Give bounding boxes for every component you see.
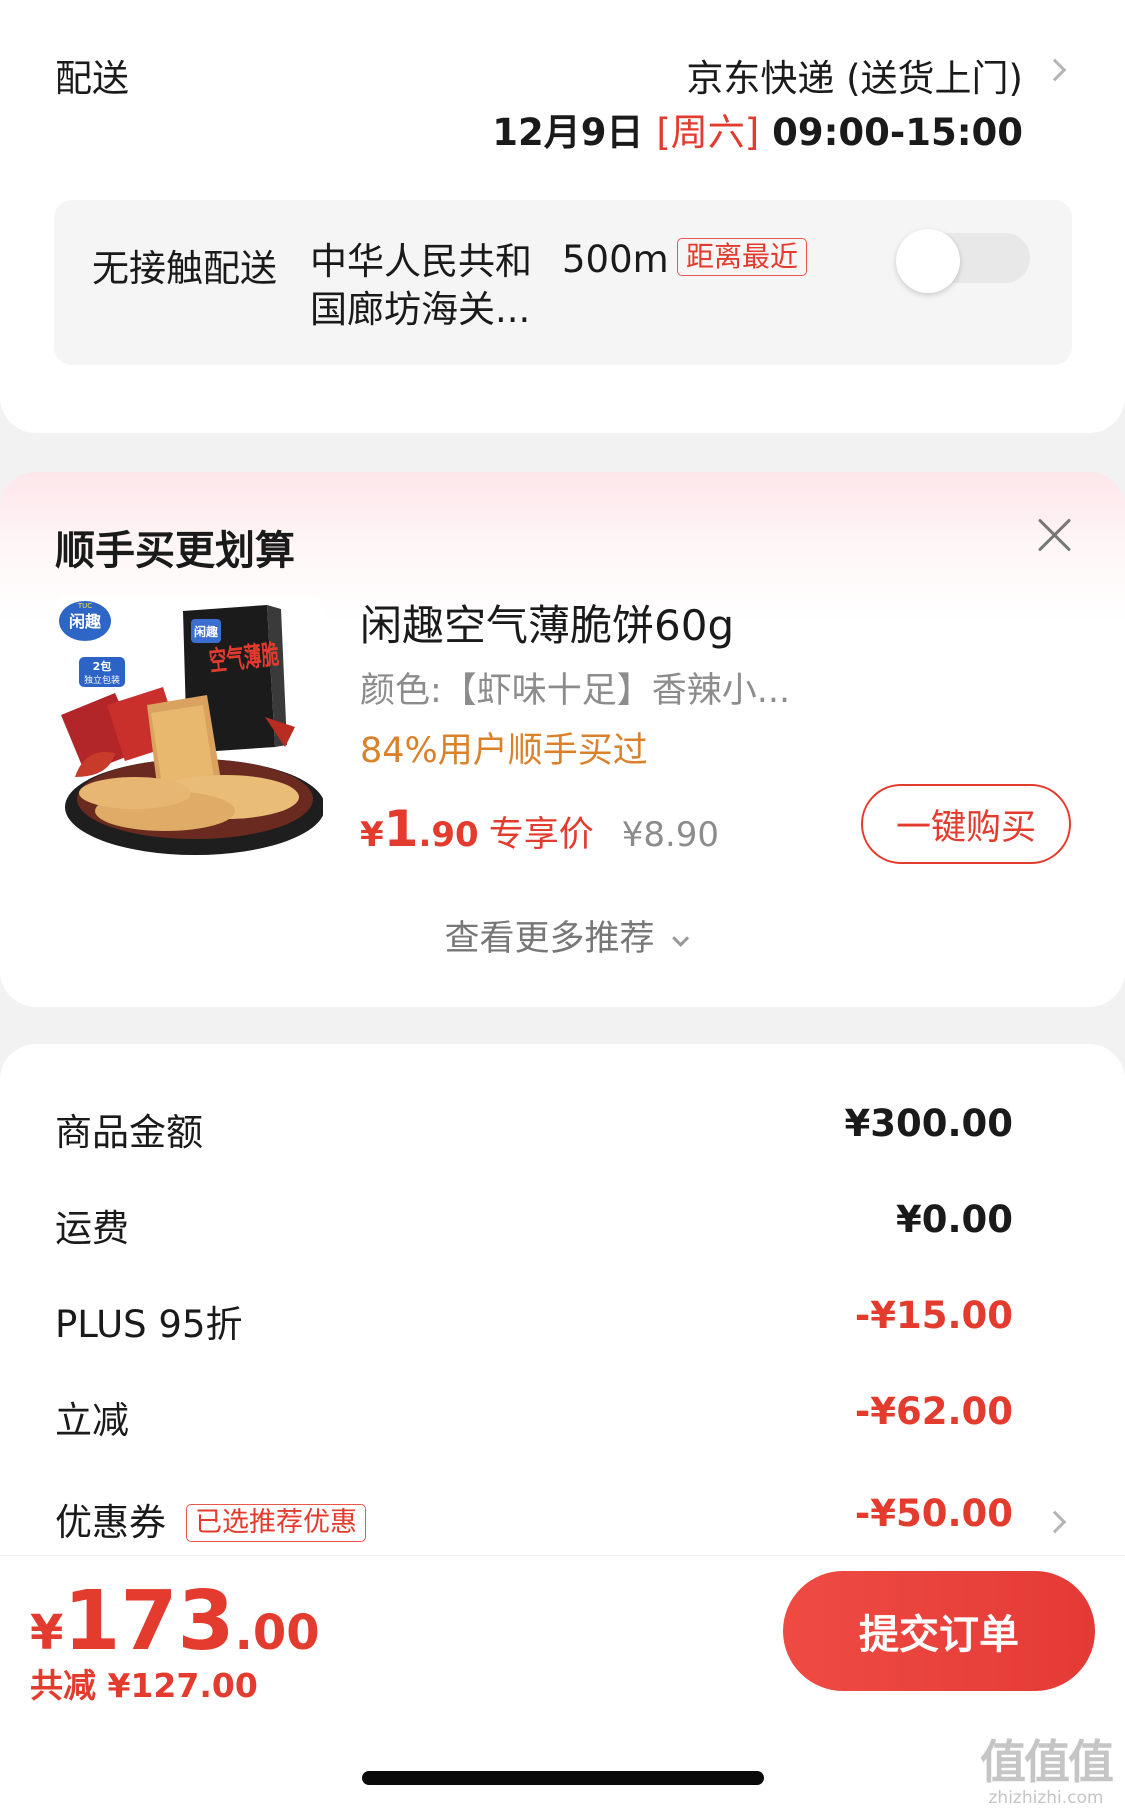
- summary-value: ¥300.00: [844, 1102, 1013, 1145]
- summary-value: ¥0.00: [895, 1198, 1013, 1241]
- more-recommend-link[interactable]: 查看更多推荐: [0, 910, 1125, 961]
- chevron-right-icon[interactable]: [1043, 1510, 1067, 1534]
- summary-row-coupon[interactable]: 优惠券 已选推荐优惠 -¥50.00: [0, 1492, 1125, 1552]
- checkout-bar: ¥173.00 共减 ¥127.00 提交订单 值值值 zhizhizhi.co…: [0, 1555, 1125, 1809]
- nearest-badge: 距离最近: [677, 238, 808, 276]
- recommend-card: 顺手买更划算 闲趣 空气薄脆 闲趣 TUC 2包 独立包装 闲趣空气薄脆饼60g…: [0, 472, 1125, 1007]
- watermark-url: zhizhizhi.com: [988, 1788, 1104, 1808]
- contactless-address: 中华人民共和国廊坊海关...: [310, 240, 532, 331]
- product-stat: 84%用户顺手买过: [360, 731, 648, 771]
- price-symbol: ¥: [360, 815, 384, 855]
- contactless-delivery-box: 无接触配送 中华人民共和国廊坊海关... 500m 距离最近: [54, 200, 1072, 365]
- summary-value: -¥62.00: [854, 1390, 1013, 1433]
- contactless-distance: 500m: [562, 238, 669, 281]
- product-image[interactable]: 闲趣 空气薄脆 闲趣 TUC 2包 独立包装: [55, 597, 323, 865]
- watermark: 值值值 zhizhizhi.com: [976, 1726, 1116, 1808]
- total-price: ¥173.00: [30, 1574, 320, 1669]
- toggle-knob: [896, 229, 960, 293]
- product-photo: 闲趣 空气薄脆 闲趣 TUC 2包 独立包装: [55, 597, 323, 865]
- contactless-title: 无接触配送: [92, 247, 277, 290]
- recommend-title: 顺手买更划算: [55, 528, 295, 574]
- summary-label: PLUS 95折: [55, 1303, 243, 1346]
- summary-label: 商品金额: [55, 1111, 203, 1154]
- delivery-time-range: 09:00-15:00: [759, 111, 1023, 154]
- order-summary-card: 商品金额 ¥300.00 运费 ¥0.00 PLUS 95折 -¥15.00 立…: [0, 1044, 1125, 1644]
- delivery-card: 配送 京东快递 (送货上门) 12月9日 [周六] 09:00-15:00 无接…: [0, 0, 1125, 433]
- chevron-down-icon: [671, 929, 689, 947]
- total-symbol: ¥: [30, 1605, 64, 1661]
- summary-label: 优惠券: [55, 1501, 166, 1544]
- chevron-right-icon[interactable]: [1043, 58, 1067, 82]
- box-brand-text: 闲趣: [194, 624, 219, 639]
- coupon-label-wrap: 优惠券 已选推荐优惠: [55, 1492, 366, 1546]
- summary-row-discount: 立减 -¥62.00: [0, 1390, 1125, 1450]
- total-integer: 173: [63, 1574, 235, 1669]
- summary-label: 立减: [55, 1399, 129, 1442]
- contactless-toggle[interactable]: [896, 229, 1030, 293]
- total-saving: 共减 ¥127.00: [30, 1666, 258, 1705]
- logo-small-text: TUC: [77, 602, 92, 610]
- product-spec: 颜色:【虾味十足】香辣小...: [360, 671, 791, 711]
- logo-brand-text: 闲趣: [69, 612, 102, 631]
- pack-note-1: 2包: [93, 659, 112, 673]
- summary-value: -¥15.00: [854, 1294, 1013, 1337]
- submit-order-button[interactable]: 提交订单: [783, 1571, 1095, 1691]
- pack-note-2: 独立包装: [84, 674, 120, 686]
- delivery-date: 12月9日: [492, 111, 657, 154]
- delivery-time[interactable]: 12月9日 [周六] 09:00-15:00: [492, 102, 1023, 156]
- watermark-logo: 值值值: [980, 1735, 1114, 1789]
- total-decimal: .00: [234, 1605, 320, 1661]
- summary-row-shipping: 运费 ¥0.00: [0, 1198, 1125, 1258]
- summary-row-goods: 商品金额 ¥300.00: [0, 1102, 1125, 1162]
- more-recommend-label: 查看更多推荐: [444, 919, 655, 959]
- product-price: ¥1.90 专享价 ¥8.90: [360, 800, 719, 858]
- one-click-buy-button[interactable]: 一键购买: [861, 784, 1071, 864]
- delivery-method[interactable]: 京东快递 (送货上门): [686, 48, 1023, 102]
- summary-label: 运费: [55, 1207, 129, 1250]
- price-tag: 专享价: [488, 815, 594, 855]
- delivery-weekday: [周六]: [656, 111, 760, 154]
- original-price: ¥8.90: [621, 815, 720, 855]
- summary-row-plus: PLUS 95折 -¥15.00: [0, 1294, 1125, 1354]
- price-decimal: .90: [418, 815, 479, 855]
- summary-value: -¥50.00: [854, 1492, 1013, 1535]
- close-icon[interactable]: [1034, 516, 1074, 556]
- home-indicator[interactable]: [362, 1771, 764, 1785]
- product-name[interactable]: 闲趣空气薄脆饼60g: [360, 592, 734, 653]
- delivery-label: 配送: [55, 57, 129, 100]
- coupon-badge: 已选推荐优惠: [186, 1504, 366, 1542]
- price-integer: 1: [383, 800, 419, 858]
